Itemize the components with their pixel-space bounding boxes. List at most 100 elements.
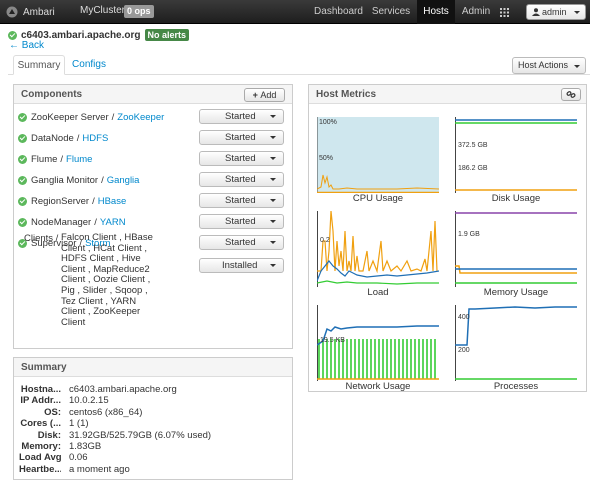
summary-row: OS: centos6 (x86_64) — [19, 407, 142, 418]
memory-tick-19: 1.9 GB — [458, 231, 480, 238]
summary-value: 1 (1) — [69, 418, 89, 430]
summary-row: Disk: 31.92GB/525.79GB (6.07% used) — [19, 430, 211, 441]
component-state-button[interactable]: Started — [199, 193, 284, 208]
summary-key: OS: — [44, 406, 61, 418]
component-service-link[interactable]: ZooKeeper — [117, 112, 164, 123]
summary-key: Disk: — [37, 429, 61, 441]
alerts-badge[interactable]: No alerts — [144, 29, 190, 41]
component-state-label: Started — [225, 195, 256, 206]
summary-value: a moment ago — [69, 463, 130, 475]
nav-dashboard[interactable]: Dashboard — [311, 0, 366, 24]
tab-configs[interactable]: Configs — [66, 55, 112, 75]
component-separator: / — [60, 153, 64, 165]
user-name: admin — [542, 7, 567, 17]
component-name: Flume — [31, 153, 58, 165]
component-state-button[interactable]: Started — [199, 172, 284, 187]
component-name: NodeManager — [31, 216, 92, 228]
component-row: Ganglia Monitor / Ganglia — [18, 173, 139, 187]
add-component-button[interactable]: + Add — [244, 88, 285, 102]
component-state-button[interactable]: Started — [199, 130, 284, 145]
component-name: RegionServer — [31, 195, 90, 207]
component-state-button[interactable]: Started — [199, 235, 284, 250]
component-state-label: Started — [225, 174, 256, 185]
disk-usage-graph[interactable]: 372.5 GB 186.2 GB — [455, 117, 577, 193]
back-link[interactable]: ← Back — [9, 40, 44, 51]
component-state-label: Started — [225, 132, 256, 143]
user-menu-button[interactable]: admin — [526, 4, 586, 20]
summary-row: IP Addr... 10.0.2.15 — [19, 395, 108, 406]
component-service-link[interactable]: HBase — [98, 196, 127, 207]
network-usage-graph[interactable]: 19.5 KB — [317, 305, 439, 381]
component-state-label: Started — [225, 153, 256, 164]
nav-services[interactable]: Services — [366, 0, 416, 24]
clients-state-label: Installed — [222, 260, 258, 271]
network-tick-19: 19.5 KB — [320, 337, 345, 344]
summary-value: 31.92GB/525.79GB (6.07% used) — [69, 429, 212, 441]
summary-key: Memory: — [21, 441, 61, 452]
component-status-icon — [18, 196, 27, 206]
nav-admin[interactable]: Admin — [456, 0, 496, 24]
ambari-logo-icon — [6, 6, 18, 18]
cpu-tick-50: 50% — [319, 155, 334, 162]
clients-state-button[interactable]: Installed — [199, 258, 284, 273]
memory-usage-svg — [455, 211, 577, 287]
component-separator: / — [76, 132, 80, 144]
load-series-green — [317, 280, 439, 285]
cpu-usage-graph[interactable]: 100% 50% — [317, 117, 439, 193]
summary-row: Memory: 1.83GB — [19, 441, 101, 452]
memory-usage-label: Memory Usage — [483, 287, 549, 298]
cluster-name[interactable]: MyCluster — [80, 5, 125, 16]
load-label: Load — [367, 287, 389, 298]
host-status-icon — [8, 30, 17, 40]
disk-tick-372: 372.5 GB — [458, 142, 488, 149]
processes-series-blue — [455, 306, 577, 346]
chevron-down-icon — [574, 11, 580, 14]
summary-row: Hostna... c6403.ambari.apache.org — [19, 384, 177, 395]
host-actions-label: Host Actions — [518, 60, 569, 70]
cpu-tick-100: 100% — [319, 119, 337, 126]
clients-list: Falcon Client , HBase Client , HCat Clie… — [61, 232, 153, 328]
component-row: NodeManager / YARN — [18, 215, 126, 229]
host-actions-button[interactable]: Host Actions — [512, 57, 586, 74]
metrics-link-button[interactable] — [561, 88, 581, 101]
memory-usage-graph[interactable]: 1.9 GB — [455, 211, 577, 287]
load-graph[interactable]: 0.2 — [317, 211, 439, 287]
component-status-icon — [18, 217, 27, 227]
component-state-label: Started — [225, 216, 256, 227]
processes-graph[interactable]: 400 200 — [455, 305, 577, 381]
load-tick-02: 0.2 — [320, 237, 330, 244]
link-icon — [566, 91, 576, 98]
chevron-down-icon — [270, 136, 276, 139]
network-usage-label: Network Usage — [345, 381, 411, 392]
component-separator: / — [111, 111, 115, 123]
back-arrow-icon: ← — [9, 40, 22, 51]
summary-key: Cores (... — [20, 418, 61, 430]
component-service-link[interactable]: HDFS — [82, 133, 108, 144]
tab-summary[interactable]: Summary — [13, 55, 65, 75]
chevron-down-icon — [574, 65, 580, 68]
load-series-orange — [317, 211, 438, 274]
component-service-link[interactable]: Flume — [66, 154, 92, 165]
component-state-button[interactable]: Started — [199, 214, 284, 229]
ops-badge[interactable]: 0 ops — [124, 5, 154, 18]
component-state-button[interactable]: Started — [199, 151, 284, 166]
processes-label: Processes — [493, 381, 539, 392]
processes-tick-200: 200 — [458, 347, 470, 354]
component-service-link[interactable]: Ganglia — [107, 175, 140, 186]
components-title: Components — [21, 89, 83, 100]
views-grid-icon[interactable] — [500, 8, 509, 17]
component-row: ZooKeeper Server / ZooKeeper — [18, 110, 164, 124]
brand[interactable]: Ambari — [6, 4, 55, 20]
component-name: Ganglia Monitor — [31, 174, 99, 186]
user-icon — [532, 8, 540, 16]
component-status-icon — [18, 133, 27, 143]
chevron-down-icon — [270, 115, 276, 118]
component-state-button[interactable]: Started — [199, 109, 284, 124]
summary-header: Summary — [14, 358, 292, 377]
nav-hosts[interactable]: Hosts — [417, 0, 455, 24]
chevron-down-icon — [270, 241, 276, 244]
chevron-down-icon — [270, 199, 276, 202]
component-service-link[interactable]: YARN — [100, 217, 126, 228]
component-state-label: Started — [225, 237, 256, 248]
component-state-label: Started — [225, 111, 256, 122]
